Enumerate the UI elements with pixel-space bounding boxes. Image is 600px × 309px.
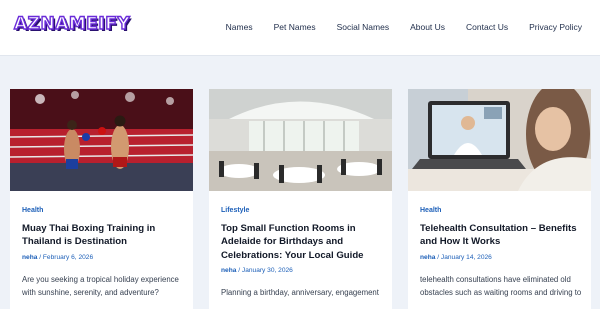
nav-about-us[interactable]: About Us	[410, 22, 445, 32]
post-meta: neha / January 30, 2026	[221, 267, 293, 274]
post-card: Lifestyle Top Small Function Rooms in Ad…	[209, 89, 392, 309]
main-nav: Names Pet Names Social Names About Us Co…	[205, 22, 582, 32]
post-excerpt: Planning a birthday, anniversary, engage…	[221, 288, 379, 297]
post-category[interactable]: Lifestyle	[221, 207, 249, 214]
post-date: January 14, 2026	[440, 254, 492, 261]
post-author[interactable]: neha	[420, 254, 435, 261]
telehealth-image	[408, 89, 591, 191]
post-date: January 30, 2026	[241, 267, 293, 274]
function-room-image	[209, 89, 392, 191]
site-logo[interactable]: AZNAMEIFY	[13, 13, 130, 34]
post-thumbnail[interactable]	[209, 89, 392, 191]
post-card: Health Telehealth Consultation – Benefit…	[408, 89, 591, 309]
nav-pet-names[interactable]: Pet Names	[274, 22, 316, 32]
post-category[interactable]: Health	[420, 207, 441, 214]
muay-thai-image	[10, 89, 193, 191]
post-thumbnail[interactable]	[408, 89, 591, 191]
site-header: AZNAMEIFY Names Pet Names Social Names A…	[0, 0, 600, 56]
post-card: Health Muay Thai Boxing Training in Thai…	[10, 89, 193, 309]
post-title[interactable]: Top Small Function Rooms in Adelaide for…	[221, 222, 389, 262]
post-title[interactable]: Muay Thai Boxing Training in Thailand is…	[22, 222, 190, 249]
post-date: February 6, 2026	[42, 254, 94, 261]
nav-privacy-policy[interactable]: Privacy Policy	[529, 22, 582, 32]
post-category[interactable]: Health	[22, 207, 43, 214]
post-thumbnail[interactable]	[10, 89, 193, 191]
post-meta: neha / January 14, 2026	[420, 254, 492, 261]
nav-social-names[interactable]: Social Names	[337, 22, 389, 32]
post-excerpt: telehealth consultations have eliminated…	[420, 275, 582, 297]
post-author[interactable]: neha	[22, 254, 37, 261]
post-title[interactable]: Telehealth Consultation – Benefits and H…	[420, 222, 588, 249]
post-meta: neha / February 6, 2026	[22, 254, 94, 261]
nav-contact-us[interactable]: Contact Us	[466, 22, 508, 32]
nav-names[interactable]: Names	[226, 22, 253, 32]
post-excerpt: Are you seeking a tropical holiday exper…	[22, 275, 179, 297]
post-author[interactable]: neha	[221, 267, 236, 274]
